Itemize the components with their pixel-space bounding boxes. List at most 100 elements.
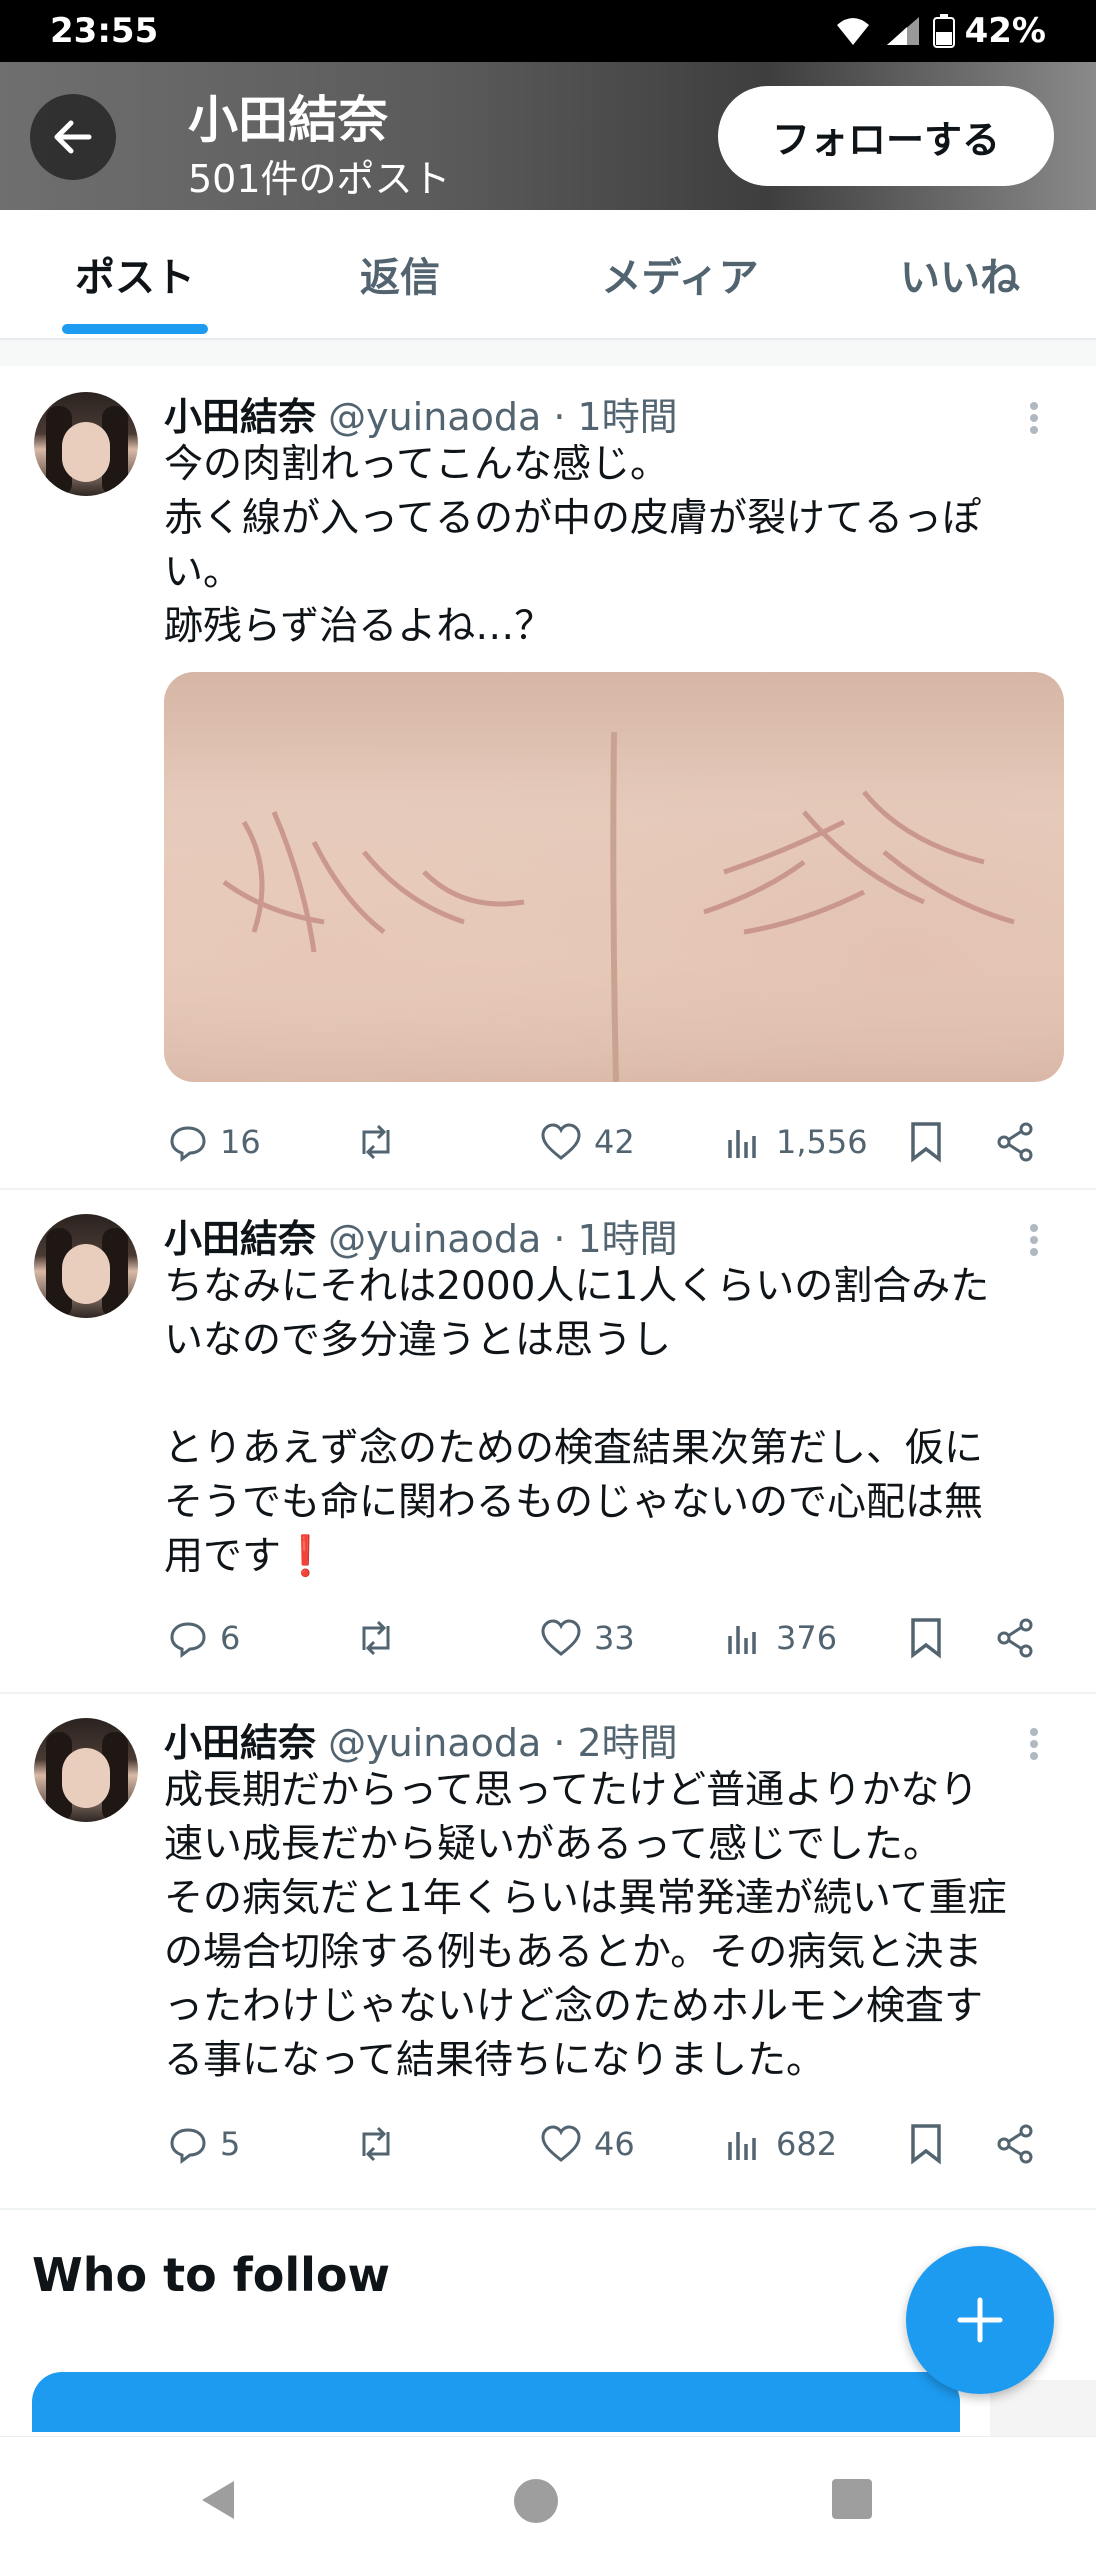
like-button[interactable]: 46 — [540, 2114, 635, 2174]
tweet-author-name[interactable]: 小田結奈 — [164, 395, 316, 439]
tweet-text: ちなみにそれは2000人に1人くらいの割合みた いなので多分違うとは思うし とり… — [164, 1264, 990, 1579]
tweet[interactable]: 小田結奈 @yuinaoda · 1時間 ちなみにそれは2000人に1人くらいの… — [0, 1194, 1096, 1690]
tweet-handle-time: @yuinaoda · 2時間 — [328, 1721, 678, 1765]
divider — [0, 1188, 1096, 1190]
retweet-button[interactable] — [354, 2114, 398, 2174]
retweet-button[interactable] — [354, 1112, 398, 1172]
share-button[interactable] — [994, 1112, 1036, 1172]
tweet-meta: 小田結奈 @yuinaoda · 2時間 — [164, 1712, 678, 1767]
tab-replies[interactable]: 返信 — [310, 210, 490, 338]
back-button[interactable] — [30, 94, 116, 180]
like-count: 46 — [594, 2125, 635, 2163]
views-icon — [728, 2132, 756, 2160]
reply-icon — [170, 1126, 206, 1162]
tweet[interactable]: 小田結奈 @yuinaoda · 2時間 成長期だからって思ってたけど普通よりか… — [0, 1698, 1096, 2208]
tab-likes[interactable]: いいね — [860, 210, 1060, 338]
like-button[interactable]: 42 — [540, 1112, 635, 1172]
nav-home-icon[interactable] — [512, 2477, 560, 2525]
bookmark-button[interactable] — [908, 2114, 944, 2174]
divider — [0, 1692, 1096, 1694]
reply-button[interactable]: 6 — [168, 1608, 240, 1668]
reply-button[interactable]: 5 — [168, 2114, 240, 2174]
retweet-icon — [362, 1620, 390, 1656]
wifi-icon — [836, 18, 869, 45]
who-to-follow-title: Who to follow — [32, 2248, 390, 2302]
view-count: 682 — [776, 2125, 838, 2163]
more-options-icon[interactable] — [1028, 1222, 1040, 1258]
battery-level: 42% — [964, 11, 1046, 51]
retweet-icon — [362, 2126, 390, 2162]
tweet-meta: 小田結奈 @yuinaoda · 1時間 — [164, 1208, 678, 1263]
arrow-left-icon — [54, 120, 92, 154]
tweet-author-name[interactable]: 小田結奈 — [164, 1721, 316, 1765]
views-icon — [728, 1626, 756, 1654]
system-nav-bar — [0, 2436, 1096, 2561]
avatar[interactable] — [34, 1214, 138, 1318]
active-tab-indicator — [62, 324, 208, 334]
reply-count: 16 — [220, 1123, 261, 1161]
tweet-actions: 5 46 682 — [164, 2114, 1064, 2174]
views-icon — [728, 1130, 756, 1158]
like-count: 42 — [594, 1123, 635, 1161]
retweet-button[interactable] — [354, 1608, 398, 1668]
follow-button[interactable]: フォローする — [718, 86, 1054, 186]
profile-name: 小田結奈 — [188, 91, 388, 149]
reply-button[interactable]: 16 — [168, 1112, 261, 1172]
image-content — [222, 731, 1015, 1082]
avatar[interactable] — [34, 1718, 138, 1822]
tweet[interactable]: 小田結奈 @yuinaoda · 1時間 今の肉割れってこんな感じ。 赤く線が入… — [0, 372, 1096, 1188]
heart-icon — [541, 1123, 581, 1160]
retweet-icon — [362, 1124, 390, 1160]
bookmark-icon — [911, 1618, 941, 1659]
tweet-image[interactable] — [164, 672, 1064, 1082]
divider — [0, 2208, 1096, 2210]
tweet-text: 今の肉割れってこんな感じ。 赤く線が入ってるのが中の皮膚が裂けてるっぽ い。 跡… — [164, 442, 982, 649]
share-button[interactable] — [994, 2114, 1036, 2174]
compose-button[interactable] — [906, 2246, 1054, 2394]
signal-icon — [886, 17, 919, 45]
reply-icon — [170, 1622, 206, 1658]
more-options-icon[interactable] — [1028, 400, 1040, 436]
more-options-icon[interactable] — [1028, 1726, 1040, 1762]
tweet-meta: 小田結奈 @yuinaoda · 1時間 — [164, 386, 678, 441]
like-count: 33 — [594, 1619, 635, 1657]
view-count: 1,556 — [776, 1123, 868, 1161]
tab-posts[interactable]: ポスト — [40, 210, 230, 338]
heart-icon — [541, 1619, 581, 1656]
tab-media[interactable]: メディア — [570, 210, 790, 338]
plus-icon — [957, 2297, 1003, 2343]
tweet-actions: 16 42 1,556 — [164, 1112, 1064, 1172]
heart-icon — [541, 2125, 581, 2162]
share-icon — [997, 2124, 1033, 2164]
bookmark-button[interactable] — [908, 1608, 944, 1668]
bookmark-icon — [911, 1122, 941, 1163]
views-button[interactable]: 1,556 — [724, 1112, 868, 1172]
share-icon — [997, 1122, 1033, 1162]
status-bar: 23:55 42% — [0, 0, 1096, 62]
reply-count: 6 — [220, 1619, 241, 1657]
tweet-actions: 6 33 376 — [164, 1608, 1064, 1668]
views-button[interactable]: 682 — [724, 2114, 837, 2174]
status-time: 23:55 — [50, 11, 159, 51]
reply-count: 5 — [220, 2125, 241, 2163]
nav-recents-icon[interactable] — [830, 2477, 874, 2521]
tweet-handle-time: @yuinaoda · 1時間 — [328, 395, 678, 439]
like-button[interactable]: 33 — [540, 1608, 635, 1668]
profile-header: 小田結奈 501件のポスト フォローする — [0, 62, 1096, 210]
follow-suggestion-card[interactable] — [32, 2372, 960, 2432]
tweet-author-name[interactable]: 小田結奈 — [164, 1217, 316, 1261]
tweet-handle-time: @yuinaoda · 1時間 — [328, 1217, 678, 1261]
share-button[interactable] — [994, 1608, 1036, 1668]
battery-icon — [932, 14, 955, 48]
divider — [0, 340, 1096, 366]
bookmark-icon — [911, 2124, 941, 2165]
nav-back-icon[interactable] — [196, 2477, 242, 2523]
view-count: 376 — [776, 1619, 838, 1657]
avatar[interactable] — [34, 392, 138, 496]
status-icons: 42% — [833, 11, 1046, 51]
share-icon — [997, 1618, 1033, 1658]
post-count: 501件のポスト — [188, 157, 451, 201]
bookmark-button[interactable] — [908, 1112, 944, 1172]
reply-icon — [170, 2128, 206, 2164]
views-button[interactable]: 376 — [724, 1608, 837, 1668]
